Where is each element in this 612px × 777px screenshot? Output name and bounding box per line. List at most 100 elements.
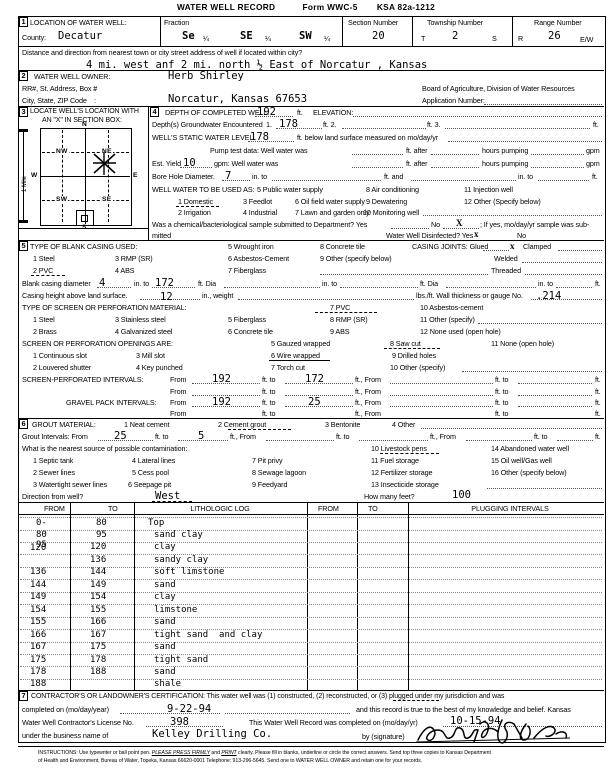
screen-type-1[interactable]: 1 Steel [33, 316, 55, 323]
fraction-1[interactable]: Se [182, 31, 195, 42]
casing-height-value[interactable]: 12 [160, 292, 173, 303]
casing-type-8[interactable]: 8 Concrete tile [320, 243, 365, 250]
use-option-2[interactable]: 2 Irrigation [178, 209, 211, 216]
static-water-value[interactable]: 178 [250, 132, 269, 143]
openings-type-6[interactable]: 6 Wire wrapped [271, 352, 320, 359]
contam-option-7[interactable]: 7 Pit privy [252, 457, 283, 464]
screen-type-9[interactable]: 9 ABS [330, 328, 350, 335]
grout-to-value[interactable]: 5 [198, 431, 204, 442]
completed-date-value[interactable]: 9-22-94 [167, 704, 211, 715]
business-name-value[interactable]: Kelley Drilling Co. [152, 729, 272, 740]
contam-option-5[interactable]: 5 Cess pool [132, 469, 169, 476]
casing-type-9[interactable]: 9 Other (specify below) [320, 255, 392, 262]
blank-casing-dia-value[interactable]: 4 [99, 278, 105, 289]
sample-no-mark[interactable]: X [456, 218, 463, 228]
use-option-7[interactable]: 7 Lawn and garden only [295, 209, 370, 216]
how-many-feet-value[interactable]: 100 [452, 490, 471, 501]
contam-option-9[interactable]: 9 Feedyard [252, 481, 287, 488]
openings-type-7[interactable]: 7 Torch cut [271, 364, 305, 371]
grout-type-3[interactable]: 3 Bentonite [325, 421, 360, 428]
joints-welded-label[interactable]: Welded [494, 255, 518, 262]
owner-name-value[interactable]: Herb Shirley [168, 71, 244, 82]
use-option-11[interactable]: 11 Injection well [464, 186, 513, 193]
openings-type-8[interactable]: 8 Saw cut [390, 340, 421, 347]
grout-from-value[interactable]: 25 [114, 431, 127, 442]
contam-option-8[interactable]: 8 Sewage lagoon [252, 469, 306, 476]
screen-type-7[interactable]: 7 PVC [330, 304, 350, 311]
openings-type-1[interactable]: 1 Continuous slot [33, 352, 87, 359]
screen-type-4[interactable]: 4 Galvanized steel [115, 328, 172, 335]
casing-type-5[interactable]: 5 Wrought iron [228, 243, 274, 250]
openings-type-10[interactable]: 10 Other (specify) [390, 364, 445, 371]
use-option-1[interactable]: 1 Domestic [178, 198, 213, 205]
openings-type-3[interactable]: 3 Mill slot [136, 352, 165, 359]
joints-glued-mark[interactable]: x [510, 241, 515, 251]
owner-city-value[interactable]: Norcatur, Kansas 67653 [168, 94, 307, 105]
use-option-6[interactable]: 6 Oil field water supply [295, 198, 365, 205]
well-location-x-mark[interactable] [92, 152, 118, 176]
casing-type-6[interactable]: 6 Asbestos-Cement [228, 255, 289, 262]
license-no-value[interactable]: 398 [170, 717, 189, 728]
screen-type-10[interactable]: 10 Asbestos-cement [420, 304, 483, 311]
use-option-9[interactable]: 9 Dewatering [366, 198, 407, 205]
screen-type-3[interactable]: 3 Stainless steel [115, 316, 166, 323]
grout-type-4[interactable]: 4 Other [392, 421, 415, 428]
casing-type-1[interactable]: 1 Steel [33, 255, 55, 262]
distance-value[interactable]: 4 mi. west anf 2 mi. north ½ East of Nor… [86, 60, 427, 71]
section-number-value[interactable]: 20 [372, 31, 385, 42]
use-option-3[interactable]: 3 Feedlot [243, 198, 272, 205]
depth-completed-value[interactable]: 192 [257, 107, 276, 118]
screen-type-6[interactable]: 6 Concrete tile [228, 328, 273, 335]
use-option-10[interactable]: 10 Monitoring well [363, 209, 419, 216]
use-option-8[interactable]: 8 Air conditioning [366, 186, 419, 193]
perf-from-1-value[interactable]: 192 [212, 374, 231, 385]
screen-type-12[interactable]: 12 None used (open hole) [420, 328, 501, 335]
perf-to-1-value[interactable]: 172 [305, 374, 324, 385]
range-value[interactable]: 26 [548, 31, 561, 42]
casing-type-7[interactable]: 7 Fiberglass [228, 267, 266, 274]
contam-option-3[interactable]: 3 Watertight sewer lines [33, 481, 107, 488]
contam-option-10[interactable]: 10 Livestock pens [371, 445, 427, 452]
groundwater-1-value[interactable]: 178 [279, 119, 298, 130]
bore-hole-value[interactable]: 7 [225, 171, 231, 182]
screen-type-5[interactable]: 5 Fiberglass [228, 316, 266, 323]
contam-option-1[interactable]: 1 Septic tank [33, 457, 73, 464]
casing-type-3[interactable]: 3 RMP (SR) [115, 255, 153, 262]
gravel-to-1-value[interactable]: 25 [308, 397, 321, 408]
contam-option-14[interactable]: 14 Abandoned water well [491, 445, 569, 452]
est-yield-value[interactable]: 10 [183, 158, 196, 169]
use-option-4[interactable]: 4 Industrial [243, 209, 277, 216]
use-option-5[interactable]: 5 Public water supply [257, 186, 323, 193]
contam-option-12[interactable]: 12 Fertilizer storage [371, 469, 433, 476]
contam-option-6[interactable]: 6 Seepage pit [128, 481, 171, 488]
contam-option-16[interactable]: 16 Other (specify below) [491, 469, 567, 476]
screen-type-11[interactable]: 11 Other (specify) [420, 316, 475, 323]
signature-mark[interactable] [414, 718, 574, 746]
casing-type-2[interactable]: 2 PVC [33, 267, 53, 274]
fraction-3[interactable]: SW [299, 31, 312, 42]
disinfect-yes-mark[interactable]: x [474, 229, 479, 239]
township-value[interactable]: 2 [452, 31, 458, 42]
casing-type-4[interactable]: 4 ABS [115, 267, 135, 274]
gravel-from-1-value[interactable]: 192 [212, 397, 231, 408]
openings-type-9[interactable]: 9 Drilled holes [392, 352, 436, 359]
contam-option-15[interactable]: 15 Oil well/Gas well [491, 457, 552, 464]
contam-option-2[interactable]: 2 Sewer lines [33, 469, 75, 476]
grout-type-2[interactable]: 2 Cement grout [218, 421, 266, 428]
contam-option-4[interactable]: 4 Lateral lines [132, 457, 175, 464]
joints-clamped-label[interactable]: Clamped [523, 243, 551, 250]
county-value[interactable]: Decatur [58, 31, 102, 42]
openings-type-5[interactable]: 5 Gauzed wrapped [271, 340, 330, 347]
screen-type-8[interactable]: 8 RMP (SR) [330, 316, 368, 323]
openings-type-11[interactable]: 11 None (open hole) [491, 340, 554, 347]
grout-type-1[interactable]: 1 Neat cement [124, 421, 170, 428]
contam-option-13[interactable]: 13 Insecticide storage [371, 481, 439, 488]
screen-type-2[interactable]: 2 Brass [33, 328, 57, 335]
use-option-12[interactable]: 12 Other (Specify below) [464, 198, 541, 205]
openings-type-2[interactable]: 2 Louvered shutter [33, 364, 91, 371]
direction-from-well-value[interactable]: West [155, 491, 180, 502]
blank-casing-to-value[interactable]: 172 [155, 278, 174, 289]
openings-type-4[interactable]: 4 Key punched [136, 364, 183, 371]
contam-option-11[interactable]: 11 Fuel storage [371, 457, 419, 464]
fraction-2[interactable]: SE [240, 31, 253, 42]
